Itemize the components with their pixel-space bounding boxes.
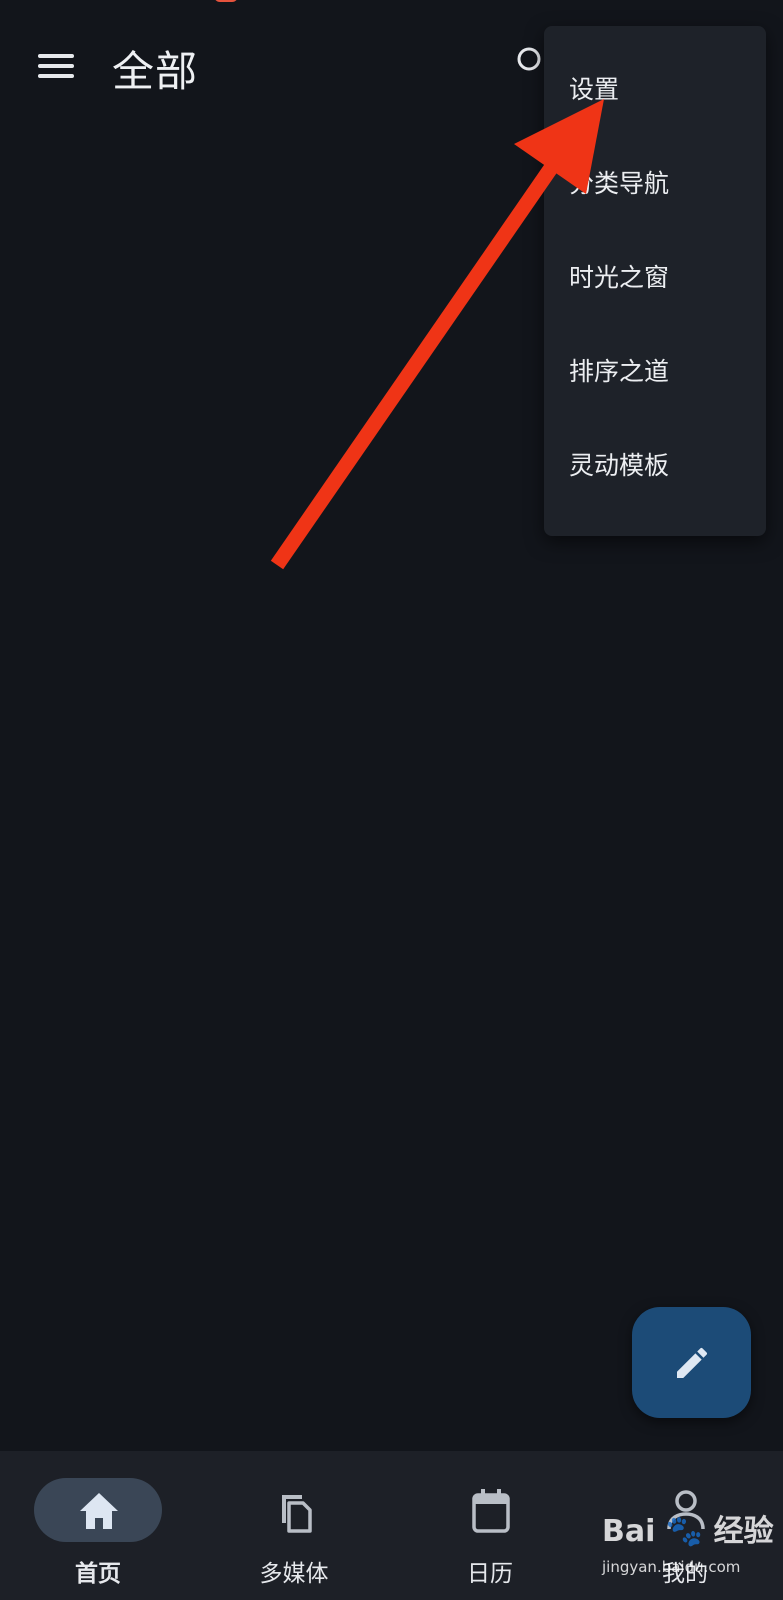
nav-item-home[interactable]: 首页 (0, 1451, 196, 1600)
menu-item-label: 设置 (569, 75, 620, 104)
hamburger-menu-icon[interactable] (30, 44, 82, 88)
calendar-icon (472, 1489, 510, 1533)
overflow-menu: 设置 分类导航 时光之窗 排序之道 灵动模板 (544, 26, 766, 536)
watermark-brand: Bai 🐾 经验 (602, 1514, 774, 1549)
menu-item-time-window[interactable]: 时光之窗 (544, 228, 766, 324)
home-icon (80, 1493, 118, 1529)
search-icon[interactable] (516, 46, 546, 76)
pencil-icon (676, 1347, 707, 1378)
page-title: 全部 (112, 47, 199, 96)
menu-item-label: 排序之道 (569, 357, 670, 386)
menu-item-settings[interactable]: 设置 (544, 40, 766, 136)
compose-fab[interactable] (632, 1307, 751, 1418)
menu-item-label: 分类导航 (569, 169, 670, 198)
paw-logo-icon: 🐾 (655, 1514, 714, 1549)
screen: 全部 设置 分类导航 时光之窗 排序之道 灵动模板 首页 多媒体 日历 我的 B… (0, 0, 783, 1600)
baidu-jingyan-watermark: Bai 🐾 经验 jingyan.baidu.com (598, 1506, 778, 1586)
watermark-url: jingyan.baidu.com (602, 1558, 741, 1576)
nav-label-media: 多媒体 (259, 1561, 329, 1587)
menu-item-category-nav[interactable]: 分类导航 (544, 134, 766, 230)
menu-item-templates[interactable]: 灵动模板 (544, 416, 766, 512)
menu-item-label: 灵动模板 (569, 451, 670, 480)
nav-label-calendar: 日历 (467, 1561, 513, 1587)
nav-item-media[interactable]: 多媒体 (196, 1451, 392, 1600)
nav-label-home: 首页 (75, 1561, 121, 1587)
menu-item-sort[interactable]: 排序之道 (544, 322, 766, 418)
copy-files-icon (282, 1495, 312, 1533)
menu-item-label: 时光之窗 (569, 263, 670, 292)
nav-item-calendar[interactable]: 日历 (392, 1451, 588, 1600)
